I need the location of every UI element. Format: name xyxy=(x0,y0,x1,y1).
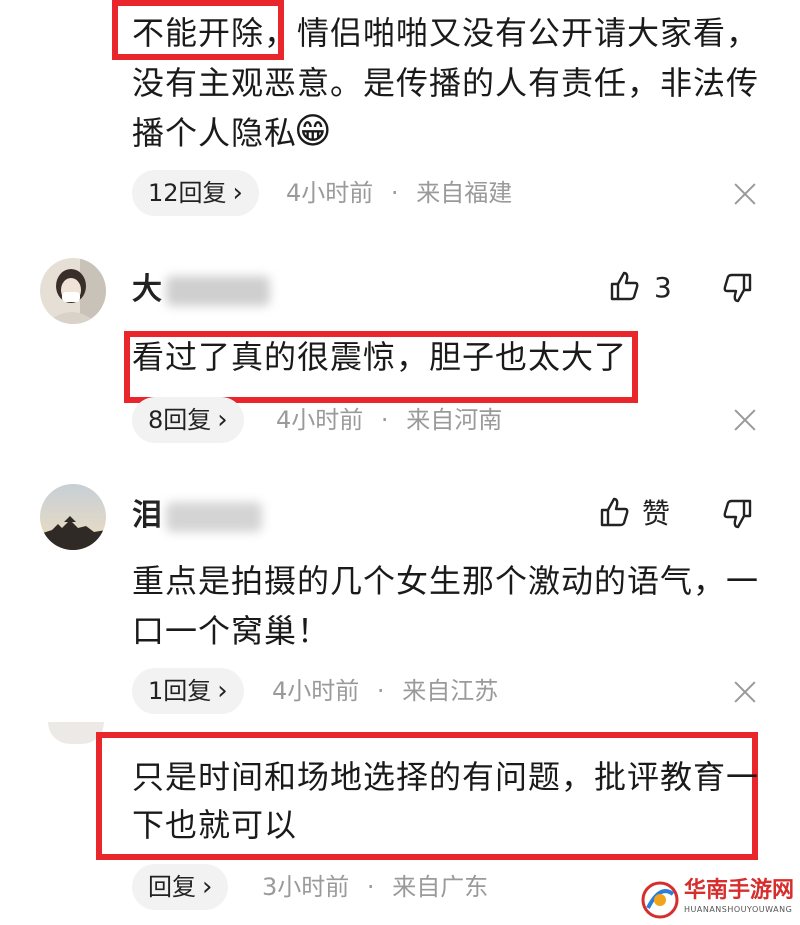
username[interactable]: 泪 xyxy=(132,498,162,534)
comment-text-line: 下也就可以 xyxy=(132,806,298,844)
location: 来自江苏 xyxy=(402,677,499,705)
grin-emoji: 😁 xyxy=(294,111,332,152)
chevron-right-icon: › xyxy=(232,178,243,208)
comment-meta: 4小时前 · 来自河南 xyxy=(276,405,502,435)
close-icon[interactable] xyxy=(733,408,757,432)
separator: · xyxy=(390,179,399,207)
comment-text-line: 只是时间和场地选择的有问题，批评教育一 xyxy=(132,758,760,796)
comment-text-line: 没有主观恶意。是传播的人有责任，非法传 xyxy=(132,64,760,102)
location: 来自广东 xyxy=(392,873,489,901)
comment-meta: 4小时前 · 来自江苏 xyxy=(272,676,498,706)
chevron-right-icon: › xyxy=(217,676,228,706)
timestamp: 4小时前 xyxy=(276,406,364,434)
timestamp: 4小时前 xyxy=(286,179,374,207)
thumbs-down-icon[interactable] xyxy=(722,272,754,304)
highlight-box xyxy=(112,0,284,60)
chevron-right-icon: › xyxy=(202,872,213,902)
reply-button[interactable]: 12回复 › xyxy=(132,170,259,216)
separator: · xyxy=(376,677,385,705)
thumbs-up-icon[interactable] xyxy=(608,270,640,302)
separator: · xyxy=(380,406,389,434)
reply-count: 8回复 xyxy=(148,406,212,434)
comment-meta: 3小时前 · 来自广东 xyxy=(262,872,488,902)
close-icon[interactable] xyxy=(733,182,757,206)
thumbs-up-icon[interactable] xyxy=(598,496,630,528)
reply-count: 12回复 xyxy=(148,179,227,207)
avatar[interactable] xyxy=(40,484,106,550)
timestamp: 3小时前 xyxy=(262,873,350,901)
reply-count: 回复 xyxy=(148,873,196,901)
watermark-subtitle: HUANANSHOUYOUWANG xyxy=(684,905,793,914)
like-count: 3 xyxy=(654,271,672,304)
avatar[interactable] xyxy=(40,258,106,324)
separator: · xyxy=(366,873,375,901)
location: 来自福建 xyxy=(416,179,513,207)
reply-button[interactable]: 8回复 › xyxy=(132,397,244,443)
reply-button[interactable]: 回复 › xyxy=(132,864,229,910)
like-label: 赞 xyxy=(642,497,671,530)
watermark-logo-icon xyxy=(641,881,679,919)
username-blur xyxy=(166,502,262,532)
watermark: 华南手游网 HUANANSHOUYOUWANG xyxy=(640,878,796,922)
comment-text-line: 播个人隐私 xyxy=(132,114,298,152)
location: 来自河南 xyxy=(406,406,503,434)
timestamp: 4小时前 xyxy=(272,677,360,705)
comment-meta: 4小时前 · 来自福建 xyxy=(286,178,512,208)
comment-text-line: 口一个窝巢！ xyxy=(132,612,331,650)
username-blur xyxy=(166,276,270,306)
comment-text-line: 重点是拍摄的几个女生那个激动的语气，一 xyxy=(132,562,760,600)
thumbs-down-icon[interactable] xyxy=(722,498,754,530)
chevron-right-icon: › xyxy=(217,405,228,435)
username[interactable]: 大 xyxy=(132,272,162,308)
close-icon[interactable] xyxy=(733,680,757,704)
watermark-title: 华南手游网 xyxy=(684,878,795,903)
reply-button[interactable]: 1回复 › xyxy=(132,668,244,714)
highlight-box xyxy=(124,331,638,403)
reply-count: 1回复 xyxy=(148,677,212,705)
